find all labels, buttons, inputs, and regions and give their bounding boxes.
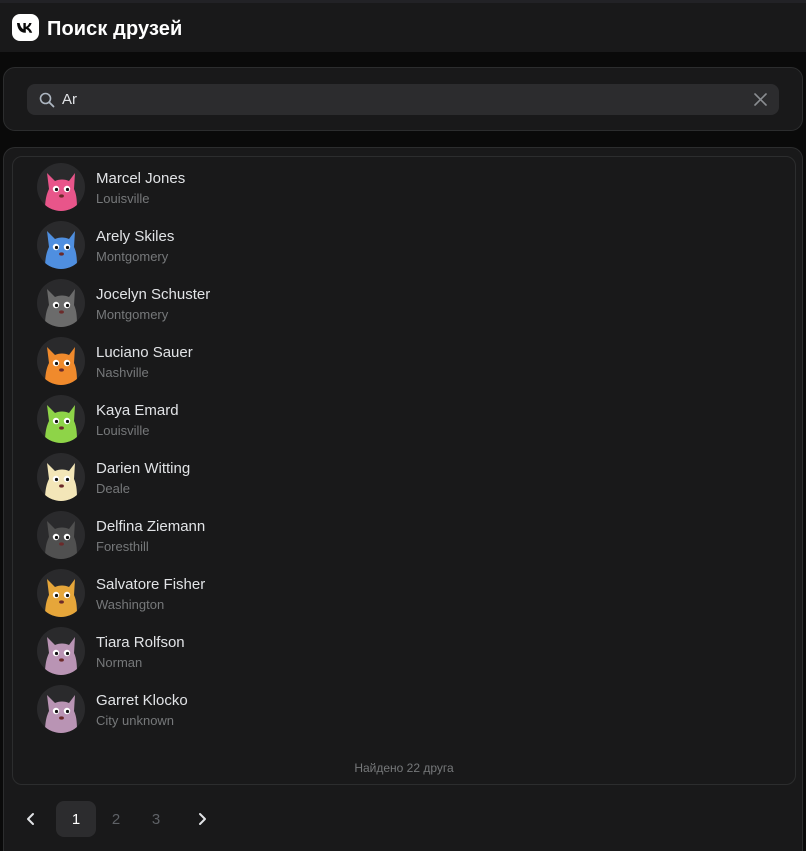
friend-row[interactable]: Salvatore Fisher Washington — [13, 565, 795, 623]
cat-avatar-icon — [37, 569, 85, 617]
friend-row[interactable]: Marcel Jones Louisville — [13, 159, 795, 217]
avatar[interactable] — [37, 453, 85, 501]
search-input[interactable] — [62, 84, 742, 115]
friend-row[interactable]: Delfina Ziemann Foresthill — [13, 507, 795, 565]
avatar[interactable] — [37, 395, 85, 443]
friend-city: City unknown — [96, 713, 175, 728]
avatar[interactable] — [37, 511, 85, 559]
friend-city: Nashville — [96, 365, 149, 380]
avatar[interactable] — [37, 627, 85, 675]
cat-avatar-icon — [37, 627, 85, 675]
avatar[interactable] — [37, 279, 85, 327]
friend-city: Louisville — [96, 191, 150, 206]
friend-city: Montgomery — [96, 249, 169, 264]
vk-logo-icon[interactable] — [12, 14, 39, 41]
friend-row[interactable]: Tiara Rolfson Norman — [13, 623, 795, 681]
cat-avatar-icon — [37, 279, 85, 327]
friend-name[interactable]: Delfina Ziemann — [96, 518, 205, 535]
cat-avatar-icon — [37, 337, 85, 385]
cat-avatar-icon — [37, 163, 85, 211]
page-2-button[interactable]: 2 — [96, 801, 136, 837]
friend-name[interactable]: Kaya Emard — [96, 402, 179, 419]
friend-row[interactable]: Luciano Sauer Nashville — [13, 333, 795, 391]
cat-avatar-icon — [37, 685, 85, 733]
friend-city: Deale — [96, 481, 130, 496]
page-3-button[interactable]: 3 — [136, 801, 176, 837]
page-title: Поиск друзей — [47, 18, 183, 40]
friend-name[interactable]: Tiara Rolfson — [96, 634, 185, 651]
friends-panel: Marcel Jones Louisville Arely Skiles Montgo… — [3, 147, 803, 851]
cat-avatar-icon — [37, 453, 85, 501]
cat-avatar-icon — [37, 511, 85, 559]
app-header: Поиск друзей — [0, 0, 806, 52]
next-page-button[interactable] — [184, 801, 220, 837]
found-count: Найдено 22 друга — [354, 761, 454, 775]
friend-row[interactable]: Arely Skiles Montgomery — [13, 217, 795, 275]
avatar[interactable] — [37, 685, 85, 733]
avatar[interactable] — [37, 337, 85, 385]
friend-city: Montgomery — [96, 307, 169, 322]
friend-name[interactable]: Salvatore Fisher — [96, 576, 205, 593]
clear-icon[interactable] — [753, 92, 768, 107]
friend-city: Louisville — [96, 423, 150, 438]
search-panel — [3, 67, 803, 131]
friend-name[interactable]: Garret Klocko — [96, 692, 188, 709]
avatar[interactable] — [37, 163, 85, 211]
friend-name[interactable]: Luciano Sauer — [96, 344, 193, 361]
friend-name[interactable]: Jocelyn Schuster — [96, 286, 210, 303]
avatar[interactable] — [37, 569, 85, 617]
friend-row[interactable]: Jocelyn Schuster Montgomery — [13, 275, 795, 333]
prev-page-button[interactable] — [13, 801, 49, 837]
friend-name[interactable]: Darien Witting — [96, 460, 190, 477]
chevron-left-icon — [27, 813, 34, 825]
friend-city: Foresthill — [96, 539, 149, 554]
search-icon — [39, 92, 55, 108]
chevron-right-icon — [199, 813, 206, 825]
friend-row[interactable]: Garret Klocko City unknown — [13, 681, 795, 739]
friend-name[interactable]: Arely Skiles — [96, 228, 174, 245]
friends-list: Marcel Jones Louisville Arely Skiles Montgo… — [12, 156, 796, 785]
cat-avatar-icon — [37, 395, 85, 443]
friend-row[interactable]: Darien Witting Deale — [13, 449, 795, 507]
page-1-button[interactable]: 1 — [56, 801, 96, 837]
friend-city: Washington — [96, 597, 165, 612]
cat-avatar-icon — [37, 221, 85, 269]
search-box[interactable] — [27, 84, 779, 115]
friend-name[interactable]: Marcel Jones — [96, 170, 185, 187]
avatar[interactable] — [37, 221, 85, 269]
friend-row[interactable]: Kaya Emard Louisville — [13, 391, 795, 449]
pagination: 123 — [4, 801, 804, 841]
friend-city: Norman — [96, 655, 143, 670]
